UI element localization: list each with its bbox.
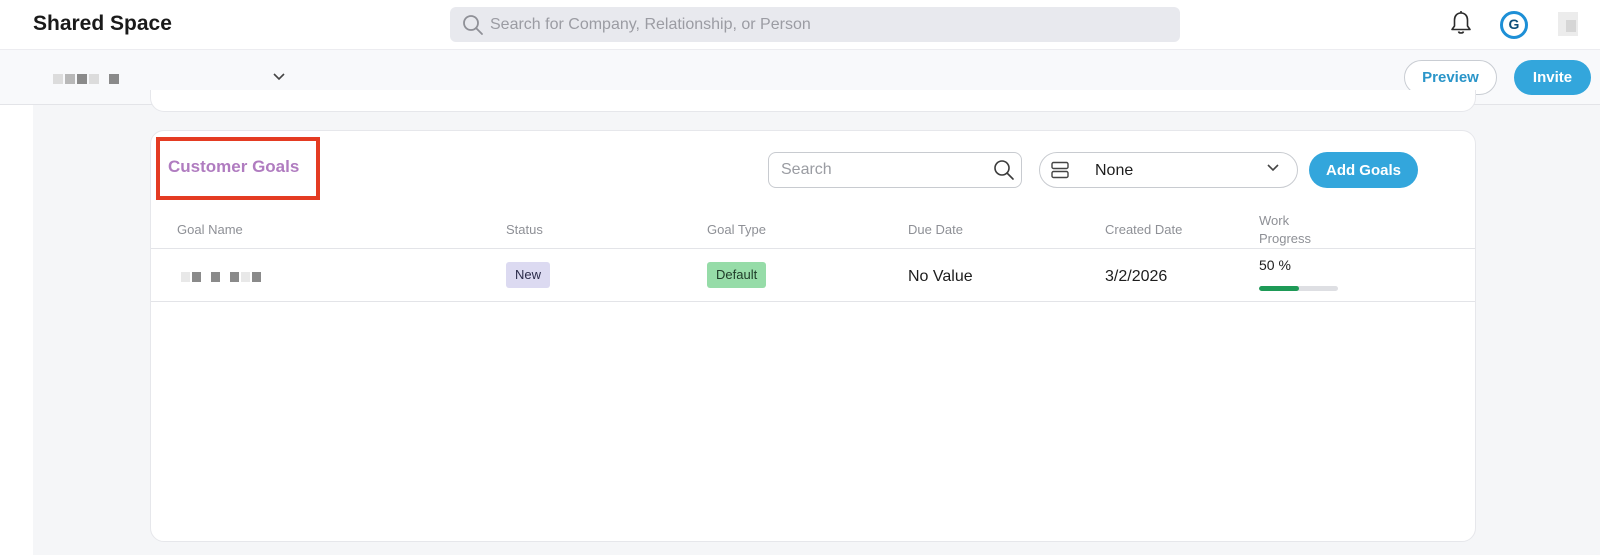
row-divider <box>151 301 1475 302</box>
header-divider <box>151 248 1475 249</box>
avatar-letter: G <box>1508 16 1520 32</box>
column-header-goal-name[interactable]: Goal Name <box>177 221 243 239</box>
global-search-input[interactable] <box>490 7 1170 42</box>
goal-type-badge: Default <box>707 262 767 288</box>
created-date-cell: 3/2/2026 <box>1105 268 1168 285</box>
column-header-goal-type[interactable]: Goal Type <box>707 221 766 239</box>
bell-icon[interactable] <box>1450 10 1472 36</box>
goal-name-redacted[interactable] <box>181 272 261 282</box>
chevron-down-icon[interactable] <box>272 72 286 82</box>
goals-search-input[interactable] <box>781 153 981 187</box>
section-title: Customer Goals <box>168 157 300 176</box>
progress-fill <box>1259 286 1299 291</box>
user-icon[interactable] <box>1558 12 1578 36</box>
top-header: Shared Space G <box>0 0 1600 50</box>
column-header-created-date[interactable]: Created Date <box>1105 221 1182 239</box>
group-by-icon <box>1051 161 1069 179</box>
due-date-cell: No Value <box>908 268 973 285</box>
app-title: Shared Space <box>33 12 172 35</box>
search-icon[interactable] <box>993 159 1015 181</box>
context-selector-redacted[interactable] <box>53 74 119 84</box>
add-goals-button[interactable]: Add Goals <box>1309 152 1418 188</box>
progress-bar <box>1259 286 1338 291</box>
column-header-status[interactable]: Status <box>506 221 543 239</box>
chevron-down-icon <box>1267 164 1279 172</box>
avatar-icon[interactable]: G <box>1500 11 1528 39</box>
invite-button[interactable]: Invite <box>1514 60 1591 95</box>
goals-search-field[interactable] <box>768 152 1022 188</box>
group-by-select[interactable]: None <box>1039 152 1298 188</box>
column-header-work-progress[interactable]: Work Progress <box>1259 212 1319 248</box>
progress-label: 50 % <box>1259 257 1291 273</box>
global-search-bar[interactable] <box>450 7 1180 42</box>
customer-goals-card: Customer Goals None Add Goals Goal Name … <box>150 130 1476 542</box>
group-by-value: None <box>1095 162 1134 179</box>
column-header-due-date[interactable]: Due Date <box>908 221 963 239</box>
status-badge: New <box>506 262 551 288</box>
search-icon <box>463 15 483 35</box>
previous-section-card <box>150 90 1476 112</box>
